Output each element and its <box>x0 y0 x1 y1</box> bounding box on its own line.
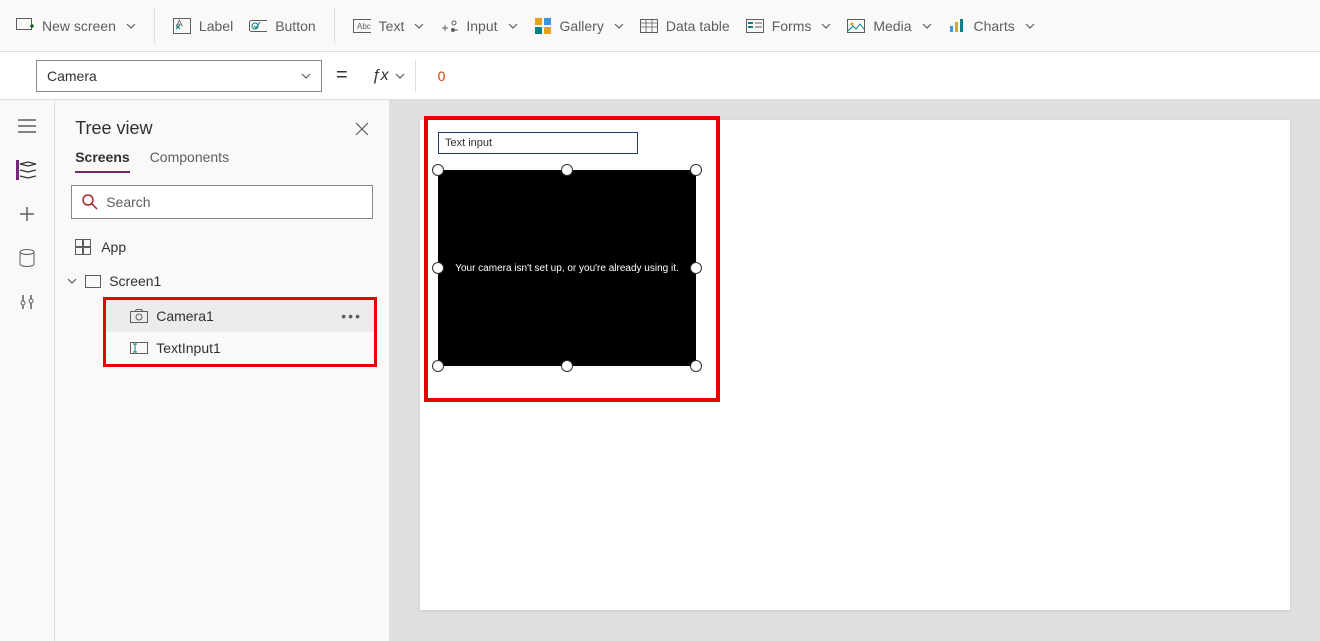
resize-handle[interactable] <box>432 360 444 372</box>
tree-textinput1[interactable]: TextInput1 <box>106 332 374 364</box>
tree-screen1[interactable]: Screen1 <box>55 265 389 297</box>
button-icon <box>249 17 267 35</box>
app-icon <box>75 239 91 255</box>
hamburger-icon[interactable] <box>17 116 37 136</box>
forms-icon <box>746 17 764 35</box>
canvas-area: Text input Your camera isn't set up, or … <box>390 100 1320 641</box>
label-label: Label <box>199 18 233 34</box>
gallery-icon <box>534 17 552 35</box>
chevron-down-icon <box>614 23 624 29</box>
canvas-screen[interactable]: Text input Your camera isn't set up, or … <box>420 120 1290 610</box>
resize-handle[interactable] <box>432 262 444 274</box>
media-button[interactable]: Media <box>839 11 939 41</box>
label-icon <box>173 17 191 35</box>
button-button[interactable]: Button <box>241 11 323 41</box>
svg-text:Abc: Abc <box>357 22 371 31</box>
screen-icon <box>16 17 34 35</box>
app-label: App <box>101 239 126 255</box>
input-icon <box>440 17 458 35</box>
formula-bar: Camera = ƒx <box>0 52 1320 100</box>
ribbon: New screen Label Button Abc Text Input G <box>0 0 1320 52</box>
tree-view-panel: Tree view Screens Components Search App … <box>55 100 390 641</box>
gallery-label: Gallery <box>560 18 604 34</box>
property-name: Camera <box>47 68 97 84</box>
input-label: Input <box>466 18 497 34</box>
charts-button[interactable]: Charts <box>940 11 1043 41</box>
camera-icon <box>130 309 148 323</box>
text-button[interactable]: Abc Text <box>345 11 433 41</box>
tree-search[interactable]: Search <box>71 185 373 219</box>
chevron-down-icon <box>508 23 518 29</box>
search-placeholder: Search <box>106 194 150 210</box>
text-label: Text <box>379 18 405 34</box>
textinput-icon <box>130 342 148 354</box>
tab-screens[interactable]: Screens <box>75 149 129 173</box>
tools-icon[interactable] <box>17 292 37 312</box>
label-button[interactable]: Label <box>165 11 241 41</box>
charts-icon <box>948 17 966 35</box>
chevron-down-icon <box>67 276 77 286</box>
formula-input[interactable] <box>430 60 1284 92</box>
tree-view-tabs: Screens Components <box>55 149 389 181</box>
screen-icon <box>85 275 101 288</box>
canvas-camera[interactable]: Your camera isn't set up, or you're alre… <box>438 170 696 366</box>
tree-app-node[interactable]: App <box>55 229 389 265</box>
chevron-down-icon <box>395 73 405 79</box>
fx-button[interactable]: ƒx <box>362 60 416 92</box>
text-icon: Abc <box>353 17 371 35</box>
forms-button[interactable]: Forms <box>738 11 840 41</box>
camera1-label: Camera1 <box>156 308 214 324</box>
charts-label: Charts <box>974 18 1015 34</box>
left-rail <box>0 100 55 641</box>
forms-label: Forms <box>772 18 812 34</box>
media-icon <box>847 17 865 35</box>
camera-message: Your camera isn't set up, or you're alre… <box>455 263 679 274</box>
new-screen-label: New screen <box>42 18 116 34</box>
canvas-textinput[interactable]: Text input <box>438 132 638 154</box>
chevron-down-icon <box>922 23 932 29</box>
chevron-down-icon <box>821 23 831 29</box>
tab-components[interactable]: Components <box>150 149 229 173</box>
separator <box>334 8 335 44</box>
resize-handle[interactable] <box>690 262 702 274</box>
screen1-label: Screen1 <box>109 273 161 289</box>
resize-handle[interactable] <box>432 164 444 176</box>
data-table-icon <box>640 17 658 35</box>
search-icon <box>82 194 98 210</box>
resize-handle[interactable] <box>690 360 702 372</box>
textinput-value: Text input <box>445 137 492 149</box>
new-screen-button[interactable]: New screen <box>8 11 144 41</box>
tree-view-icon[interactable] <box>16 160 36 180</box>
resize-handle[interactable] <box>561 360 573 372</box>
fx-label: ƒx <box>372 67 389 85</box>
input-button[interactable]: Input <box>432 11 525 41</box>
separator <box>154 8 155 44</box>
tree-camera1[interactable]: Camera1 ••• <box>106 300 374 332</box>
chevron-down-icon <box>414 23 424 29</box>
property-dropdown[interactable]: Camera <box>36 60 322 92</box>
equals-sign: = <box>336 64 348 87</box>
media-label: Media <box>873 18 911 34</box>
data-icon[interactable] <box>17 248 37 268</box>
button-label: Button <box>275 18 315 34</box>
resize-handle[interactable] <box>561 164 573 176</box>
chevron-down-icon <box>301 73 311 79</box>
more-icon[interactable]: ••• <box>341 308 362 324</box>
annotation-highlight-tree: Camera1 ••• TextInput1 <box>103 297 377 367</box>
gallery-button[interactable]: Gallery <box>526 11 632 41</box>
textinput1-label: TextInput1 <box>156 340 221 356</box>
chevron-down-icon <box>126 23 136 29</box>
resize-handle[interactable] <box>690 164 702 176</box>
tree-view-title: Tree view <box>75 118 152 139</box>
data-table-button[interactable]: Data table <box>632 11 738 41</box>
close-icon[interactable] <box>355 122 369 136</box>
chevron-down-icon <box>1025 23 1035 29</box>
insert-icon[interactable] <box>17 204 37 224</box>
main-area: Tree view Screens Components Search App … <box>0 100 1320 641</box>
data-table-label: Data table <box>666 18 730 34</box>
